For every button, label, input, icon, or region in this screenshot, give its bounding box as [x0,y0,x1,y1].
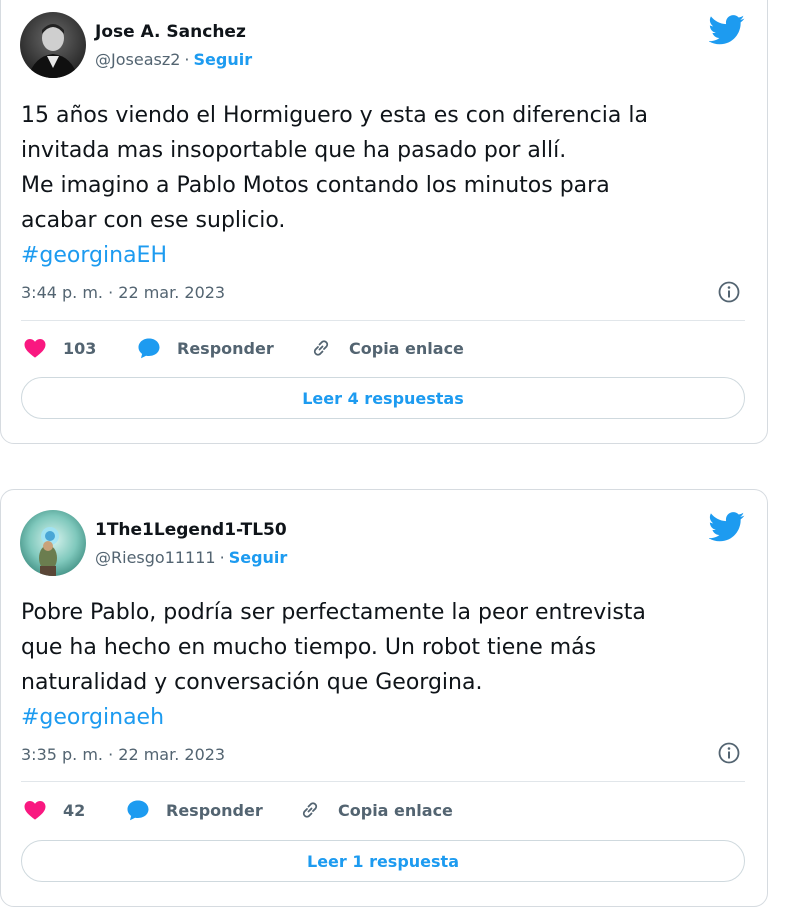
tweet-card: 1The1Legend1-TL50 @Riesgo11111 · Seguir Po… [0,489,768,907]
like-button[interactable]: 42 [23,798,85,822]
copy-link-button[interactable]: Copia enlace [309,336,464,360]
author-handle[interactable]: @Riesgo11111 [95,548,216,567]
hashtag-link[interactable]: #georginaEH [21,238,167,273]
tweet-text: 15 años viendo el Hormiguero y esta es c… [21,103,648,233]
reply-bubble-icon [127,800,149,821]
like-count: 42 [63,800,86,820]
copy-link-label: Copia enlace [338,800,453,820]
like-button[interactable]: 103 [23,336,96,360]
reply-label: Responder [177,338,274,358]
divider [21,781,745,782]
reply-bubble-icon [138,338,160,359]
avatar[interactable] [20,510,86,576]
author-handle[interactable]: @Joseasz2 [95,50,180,69]
tweet-timestamp[interactable]: 3:35 p. m. · 22 mar. 2023 [21,745,225,764]
reply-button[interactable]: Responder [126,798,263,822]
author-name[interactable]: Jose A. Sanchez [95,22,246,42]
link-icon [302,802,318,818]
twitter-bird-icon[interactable] [709,512,745,542]
info-icon[interactable] [717,280,741,304]
author-handle-line: @Joseasz2 · Seguir [95,50,252,69]
read-replies-button[interactable]: Leer 1 respuesta [21,840,745,882]
separator: · [219,548,225,567]
author-name[interactable]: 1The1Legend1-TL50 [95,520,287,540]
follow-button[interactable]: Seguir [194,50,253,69]
tweet-text: Pobre Pablo, podría ser perfectamente la… [21,600,646,695]
tweet-timestamp[interactable]: 3:44 p. m. · 22 mar. 2023 [21,283,225,302]
tweet-card: Jose A. Sanchez @Joseasz2 · Seguir 15 años… [0,0,768,444]
heart-icon [24,339,46,358]
twitter-bird-icon[interactable] [709,15,745,45]
hashtag-link[interactable]: #georginaeh [21,700,164,735]
author-handle-line: @Riesgo11111 · Seguir [95,548,287,567]
reply-button[interactable]: Responder [137,336,274,360]
avatar[interactable] [20,12,86,78]
reply-label: Responder [166,800,263,820]
heart-icon [24,801,46,820]
copy-link-button[interactable]: Copia enlace [298,798,453,822]
read-replies-button[interactable]: Leer 4 respuestas [21,377,745,419]
like-count: 103 [63,338,97,358]
info-icon[interactable] [717,741,741,765]
link-icon [313,340,329,356]
follow-button[interactable]: Seguir [229,548,288,567]
divider [21,320,745,321]
separator: · [184,50,190,69]
copy-link-label: Copia enlace [349,338,464,358]
